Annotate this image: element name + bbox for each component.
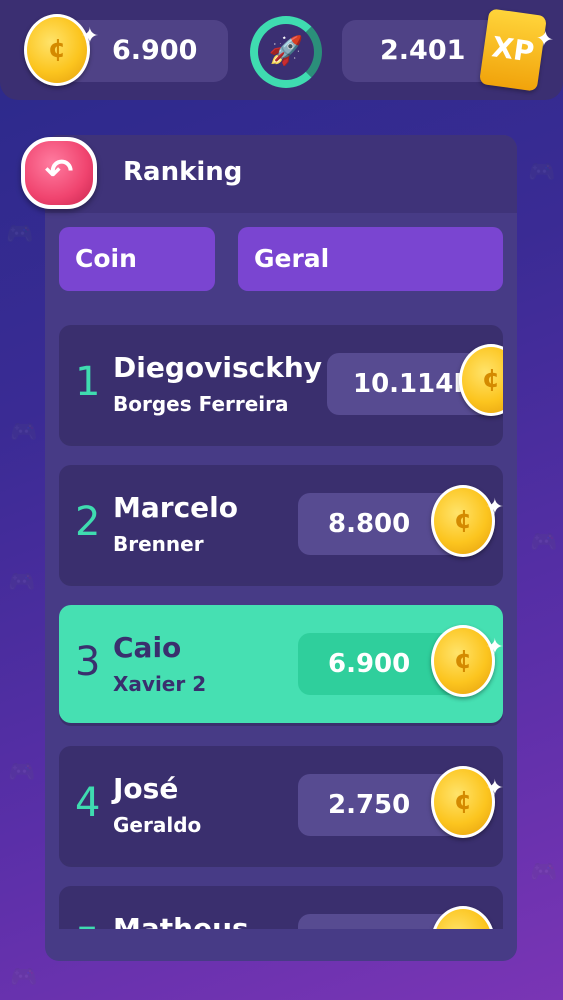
coin-glyph: ¢ (453, 645, 473, 675)
rank-number: 5 (75, 920, 100, 929)
player-last-name: Xavier 2 (113, 672, 207, 696)
sparkle-icon: ✦ (485, 495, 503, 520)
player-first-name: José (113, 772, 179, 805)
xp-badge-label: XP (489, 30, 537, 69)
gamepad-icon: 🎮 (528, 160, 556, 185)
rank-number: 2 (75, 499, 101, 545)
player-first-name: Caio (113, 631, 182, 664)
coin-glyph: ¢ (481, 364, 501, 394)
tab-coin-label: Coin (75, 244, 137, 273)
panel-title: Ranking (123, 157, 243, 187)
player-first-name: Matheus (113, 912, 249, 929)
player-last-name: Geraldo (113, 813, 202, 837)
sparkle-icon: ✦ (80, 24, 99, 49)
coin-glyph: ¢ (453, 786, 473, 816)
gamepad-icon: 🎮 (10, 420, 38, 445)
player-last-name: Borges Ferreira (113, 392, 289, 416)
ranking-row[interactable]: 5 Matheus ¢ (59, 886, 503, 929)
back-button[interactable]: ↶ (21, 137, 97, 209)
xp-balance-value: 2.401 (380, 35, 466, 66)
gamepad-icon: 🎮 (6, 222, 34, 247)
sparkle-icon: ✦ (485, 635, 503, 660)
rank-number: 1 (75, 359, 101, 405)
rocket-icon[interactable]: 🚀 (250, 16, 322, 88)
ranking-row[interactable]: 2 Marcelo Brenner 8.800 ¢ ✦ (59, 465, 503, 583)
coin-icon: ¢ ✦ (431, 485, 503, 557)
coin-balance-value: 6.900 (112, 35, 198, 66)
ranking-row[interactable]: 1 Diegovisckhy Borges Ferreira 10.114K ¢ (59, 325, 503, 443)
player-first-name: Diegovisckhy (113, 351, 323, 384)
gamepad-icon: 🎮 (530, 530, 558, 555)
xp-icon: XP ✦ (478, 8, 555, 92)
ranking-row[interactable]: 4 José Geraldo 2.750 ¢ ✦ (59, 746, 503, 864)
coin-glyph: ¢ (454, 926, 472, 929)
ranking-row-current-user[interactable]: 3 Caio Xavier 2 6.900 ¢ ✦ (59, 605, 503, 723)
coin-glyph: ¢ (47, 34, 67, 64)
gamepad-icon: 🎮 (8, 570, 36, 595)
tab-geral-label: Geral (254, 244, 330, 273)
coin-icon: ¢ ✦ (431, 766, 503, 838)
coin-icon: ¢ ✦ (431, 625, 503, 697)
top-bar: 6.900 ¢ ✦ 🚀 2.401 XP ✦ (0, 0, 563, 100)
player-first-name: Marcelo (113, 491, 238, 524)
rank-number: 3 (75, 639, 101, 685)
tab-geral[interactable]: Geral (238, 227, 503, 291)
coin-glyph: ¢ (453, 505, 473, 535)
panel-header: Ranking (45, 135, 517, 213)
ranking-panel: Ranking Coin Geral 1 Diegovisckhy Borges… (45, 135, 517, 961)
sparkle-icon: ✦ (485, 776, 503, 801)
sparkle-icon: ✦ (533, 26, 556, 54)
coin-icon: ¢ ✦ (24, 14, 99, 86)
back-arrow-icon: ↶ (44, 152, 74, 192)
gamepad-icon: 🎮 (10, 965, 38, 990)
ranking-list[interactable]: 1 Diegovisckhy Borges Ferreira 10.114K ¢… (59, 325, 503, 929)
rank-number: 4 (75, 780, 101, 826)
coin-icon: ¢ (431, 906, 495, 929)
gamepad-icon: 🎮 (530, 860, 558, 885)
player-last-name: Brenner (113, 532, 204, 556)
tab-coin[interactable]: Coin (59, 227, 215, 291)
gamepad-icon: 🎮 (8, 760, 36, 785)
